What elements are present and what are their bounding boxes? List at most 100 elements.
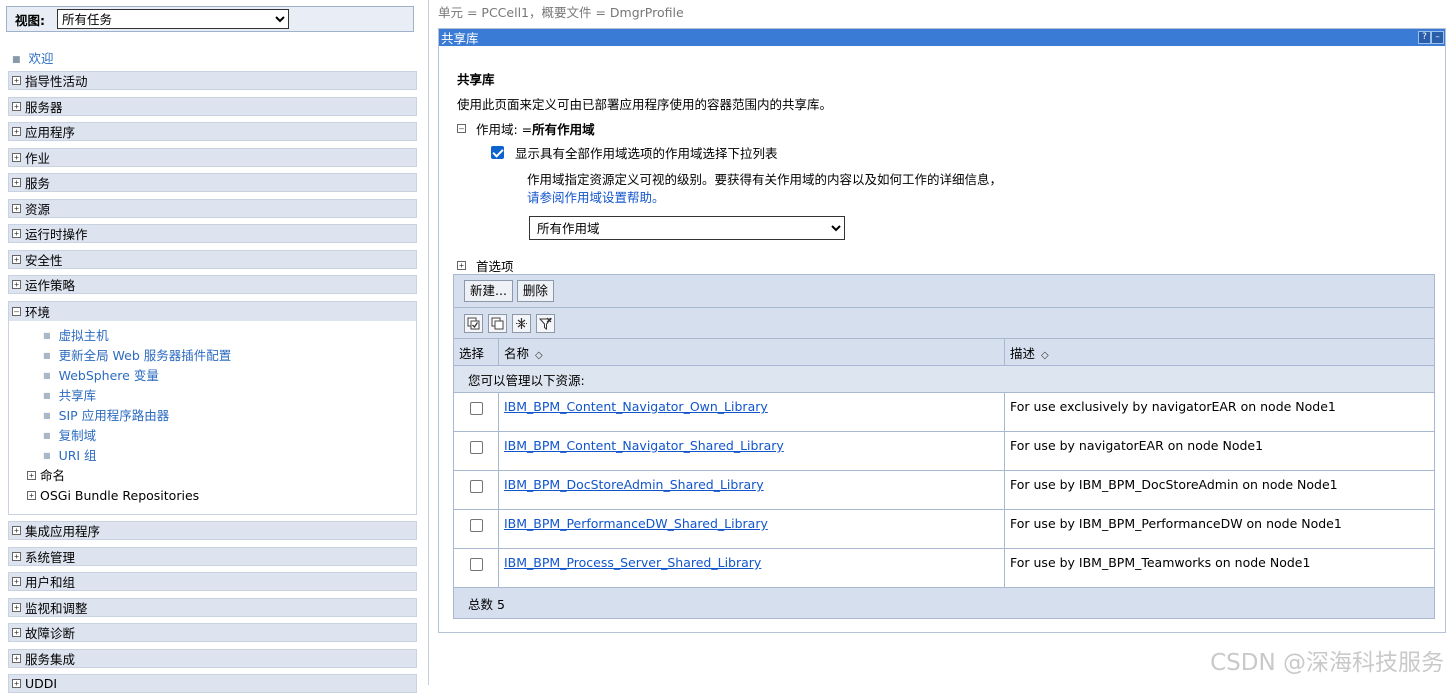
nav-category-services[interactable]: + 服务 (8, 173, 417, 192)
nav-category-jobs[interactable]: + 作业 (8, 147, 417, 167)
scope-help-link[interactable]: 请参阅作用域设置帮助。 (527, 190, 665, 205)
shared-libraries-panel: 共享库 ? – 共享库 使用此页面来定义可由已部署应用程序使用的容器范围内的共享… (438, 28, 1446, 633)
library-description: For use by IBM_BPM_PerformanceDW on node… (1004, 509, 1434, 549)
nav-category-uddi[interactable]: + UDDI (8, 674, 417, 693)
expand-icon: + (12, 577, 21, 586)
nav-item-update-plugin[interactable]: ■ 更新全局 Web 服务器插件配置 (9, 346, 416, 366)
welcome-label: 欢迎 (28, 51, 54, 66)
nav-category-label: 用户和组 (25, 575, 76, 590)
nav-item-label: 更新全局 Web 服务器插件配置 (58, 347, 232, 363)
expand-icon: + (12, 679, 21, 688)
expand-icon: + (12, 653, 21, 663)
nav-item-replication-domains[interactable]: ■ 复制域 (9, 426, 416, 446)
table-row: IBM_BPM_DocStoreAdmin_Shared_Library For… (454, 470, 1434, 510)
nav-category-monitoring[interactable]: + 监视和调整 (8, 597, 417, 617)
scope-toggle[interactable]: – 作用域: = 所有作用域 (457, 119, 595, 138)
expand-icon: + (457, 261, 466, 270)
nav-item-uri-groups[interactable]: ■ URI 组 (9, 446, 416, 466)
row-checkbox[interactable] (469, 402, 483, 415)
nav-item-shared-libraries[interactable]: ■ 共享库 (9, 386, 416, 406)
nav-category-label: 系统管理 (25, 549, 76, 565)
scope-help-description: 作用域指定资源定义可视的级别。要获得有关作用域的内容以及如何工作的详细信息， (527, 172, 1003, 187)
nav-category-applications[interactable]: + 应用程序 (8, 122, 417, 141)
nav-category-label: 安全性 (25, 252, 63, 268)
nav-category-security[interactable]: + 安全性 (8, 249, 417, 269)
nav-category-label: 服务 (25, 176, 51, 191)
nav-item-sip-router[interactable]: ■ SIP 应用程序路由器 (9, 406, 416, 426)
nav-item-virtual-hosts[interactable]: ■ 虚拟主机 (9, 326, 416, 346)
library-link[interactable]: IBM_BPM_PerformanceDW_Shared_Library (504, 516, 768, 531)
library-link[interactable]: IBM_BPM_Content_Navigator_Shared_Library (504, 438, 784, 453)
navigation-panel: 视图: 所有任务 ■ 欢迎 + 指导性活动 + 服务器 + 应用程序 + 作业 + 服务 +… (0, 0, 429, 693)
library-link[interactable]: IBM_BPM_Process_Server_Shared_Library (504, 555, 761, 570)
main-content: 单元 = PCCell1，概要文件 = DmgrProfile 共享库 ? – … (438, 0, 1450, 685)
nav-category-label: 服务器 (25, 99, 63, 115)
new-button[interactable]: 新建... (464, 280, 513, 302)
expand-icon: + (12, 526, 21, 535)
nav-item-label: WebSphere 变量 (58, 367, 159, 383)
minimize-icon[interactable]: – (1431, 31, 1444, 44)
sort-icon[interactable]: ◇ (1041, 350, 1049, 361)
library-link[interactable]: IBM_BPM_DocStoreAdmin_Shared_Library (504, 477, 764, 492)
nav-category-troubleshooting[interactable]: + 故障诊断 (8, 623, 417, 642)
nav-category-operational-policies[interactable]: + 运作策略 (8, 275, 417, 294)
nav-category-runtime-operations[interactable]: + 运行时操作 (8, 224, 417, 243)
deselect-all-icon[interactable] (488, 313, 507, 333)
nav-category-servers[interactable]: + 服务器 (8, 96, 417, 116)
nav-category-environment[interactable]: – 环境 (9, 301, 416, 321)
show-filter-icon[interactable] (512, 313, 531, 333)
select-all-icon[interactable] (464, 313, 483, 333)
preferences-toggle[interactable]: + 首选项 (457, 256, 514, 275)
nav-subgroup-naming[interactable]: + 命名 (9, 466, 416, 486)
nav-subgroup-osgi[interactable]: + OSGi Bundle Repositories (9, 486, 416, 506)
nav-item-websphere-variables[interactable]: ■ WebSphere 变量 (9, 366, 416, 386)
nav-category-system-administration[interactable]: + 系统管理 (8, 546, 417, 566)
view-label: 视图: (15, 12, 45, 28)
show-scope-checkbox[interactable] (491, 146, 504, 159)
bullet-icon: ■ (43, 450, 51, 460)
table-row: IBM_BPM_Process_Server_Shared_Library Fo… (454, 548, 1434, 588)
column-name[interactable]: 名称 ◇ (498, 339, 1005, 366)
table-row: IBM_BPM_Content_Navigator_Own_Library Fo… (454, 392, 1434, 432)
bullet-icon: ■ (43, 330, 51, 340)
nav-category-label: 运行时操作 (25, 227, 88, 242)
nav-category-users-groups[interactable]: + 用户和组 (8, 572, 417, 591)
scope-select[interactable]: 所有作用域 (529, 216, 845, 240)
library-description: For use by IBM_BPM_Teamworks on node Nod… (1004, 548, 1434, 588)
expand-icon: + (27, 471, 36, 480)
bullet-icon: ■ (12, 54, 21, 65)
nav-category-service-integration[interactable]: + 服务集成 (8, 648, 417, 668)
row-checkbox[interactable] (469, 519, 483, 532)
row-checkbox[interactable] (469, 480, 483, 493)
nav-item-label: 复制域 (58, 427, 97, 443)
help-icon[interactable]: ? (1418, 31, 1431, 44)
nav-subgroup-label: OSGi Bundle Repositories (40, 487, 200, 503)
welcome-link[interactable]: ■ 欢迎 (12, 48, 54, 67)
page-description: 使用此页面来定义可由已部署应用程序使用的容器范围内的共享库。 (457, 97, 833, 112)
button-bar: 新建... 删除 (454, 275, 1434, 308)
nav-category-integration-applications[interactable]: + 集成应用程序 (8, 521, 417, 540)
row-checkbox[interactable] (469, 441, 483, 454)
nav-environment-group: – 环境 ■ 虚拟主机 ■ 更新全局 Web 服务器插件配置 ■ WebSphere 变… (8, 300, 417, 515)
table-row: IBM_BPM_Content_Navigator_Shared_Library… (454, 431, 1434, 471)
clear-filter-icon[interactable] (536, 313, 555, 333)
bullet-icon: ■ (43, 410, 51, 420)
nav-category-resources[interactable]: + 资源 (8, 198, 417, 218)
expand-icon: + (12, 602, 21, 612)
panel-title: 共享库 (441, 31, 479, 46)
page-title: 共享库 (457, 72, 495, 87)
library-link[interactable]: IBM_BPM_Content_Navigator_Own_Library (504, 399, 768, 414)
bullet-icon: ■ (43, 350, 51, 360)
expand-icon: + (27, 491, 36, 500)
sort-icon[interactable]: ◇ (535, 350, 543, 361)
delete-button[interactable]: 删除 (516, 280, 554, 302)
nav-item-label: 虚拟主机 (58, 327, 109, 343)
nav-category-guided-activities[interactable]: + 指导性活动 (8, 71, 417, 90)
nav-category-label: 作业 (25, 150, 51, 166)
library-description: For use by IBM_BPM_DocStoreAdmin on node… (1004, 470, 1434, 510)
column-description[interactable]: 描述 ◇ (1004, 339, 1434, 366)
nav-category-label: 应用程序 (25, 125, 76, 140)
view-select[interactable]: 所有任务 (57, 9, 289, 29)
row-checkbox[interactable] (469, 558, 483, 571)
watermark: CSDN @深海科技服务 (1210, 650, 1444, 676)
